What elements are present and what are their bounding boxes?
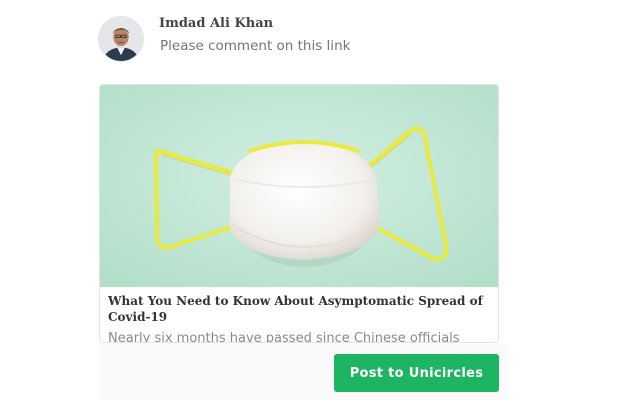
- link-preview-title[interactable]: What You Need to Know About Asymptomatic…: [108, 293, 496, 325]
- share-composer: Imdad Ali Khan Please comment on this li…: [0, 0, 640, 400]
- post-button[interactable]: Post to Unicircles: [334, 354, 499, 392]
- face-mask-image: [100, 85, 498, 287]
- post-comment-text: Please comment on this link: [160, 38, 351, 54]
- link-preview-card[interactable]: What You Need to Know About Asymptomatic…: [99, 84, 499, 343]
- link-preview-description: Nearly six months have passed since Chin…: [108, 331, 460, 343]
- link-preview-image: [100, 85, 498, 287]
- avatar-photo: [99, 17, 143, 61]
- avatar: [98, 16, 144, 62]
- author-name: Imdad Ali Khan: [159, 16, 274, 31]
